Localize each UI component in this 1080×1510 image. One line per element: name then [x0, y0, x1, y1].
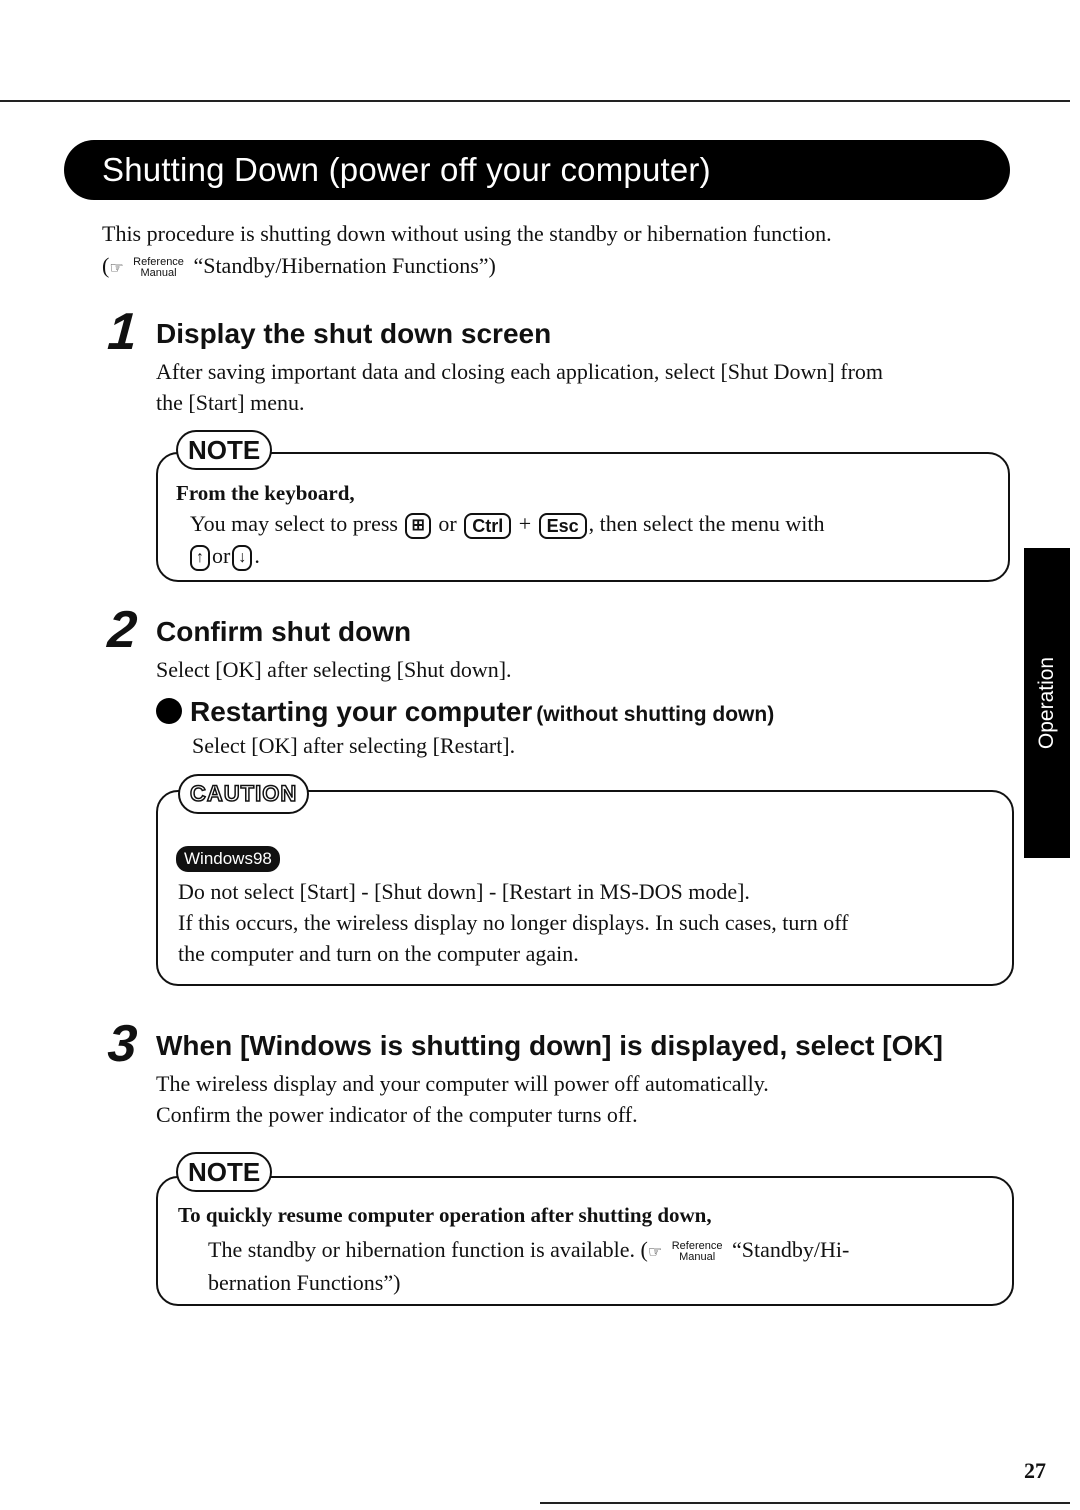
- intro: This procedure is shutting down without …: [102, 218, 832, 284]
- note-body: You may select to press ⊞ or Ctrl + Esc,…: [190, 508, 824, 539]
- ctrl-key: Ctrl: [464, 512, 512, 539]
- bottom-rule: [540, 1502, 1070, 1504]
- page-number: 27: [1024, 1458, 1046, 1483]
- intro-reference: (☞ Reference Manual “Standby/Hibernation …: [102, 250, 832, 284]
- step-title: Confirm shut down: [156, 616, 412, 647]
- step-number: 1: [105, 303, 139, 361]
- caution-label: CAUTION: [178, 774, 310, 814]
- step-body: Select [OK] after selecting [Shut down].: [156, 657, 512, 682]
- arrow-down-key-icon: ↓: [232, 544, 253, 571]
- step-number: 2: [105, 601, 139, 659]
- note-heading: From the keyboard,: [176, 481, 355, 505]
- reference-manual-tag: Reference Manual: [133, 255, 184, 279]
- esc-key: Esc: [538, 512, 587, 539]
- restart-body: Select [OK] after selecting [Restart].: [192, 733, 516, 758]
- restart-subsection: Restarting your computer (without shutti…: [156, 696, 774, 728]
- section-tab: Operation: [1024, 548, 1070, 858]
- step-title: When [Windows is shutting down] is displ…: [156, 1030, 943, 1061]
- pointing-hand-icon: ☞: [109, 258, 124, 277]
- top-rule: [0, 100, 1070, 102]
- note-label: NOTE: [176, 430, 273, 470]
- note-body: The standby or hibernation function is a…: [208, 1237, 850, 1295]
- note-label: NOTE: [176, 1152, 273, 1192]
- windows-key-icon: ⊞: [405, 512, 431, 539]
- step-body: After saving important data and closing …: [156, 359, 884, 415]
- note-heading: To quickly resume computer operation aft…: [178, 1203, 712, 1227]
- section-tab-label: Operation: [1035, 656, 1058, 750]
- page-title: Shutting Down (power off your computer): [64, 140, 1010, 200]
- windows98-badge: Windows98: [176, 846, 280, 872]
- arrow-up-key-icon: ↑: [190, 544, 210, 571]
- reference-manual-tag: Reference Manual: [671, 1239, 723, 1263]
- step-title: Display the shut down screen: [156, 318, 552, 349]
- intro-text: This procedure is shutting down without …: [102, 221, 832, 246]
- caution-body: Do not select [Start] - [Shut down] - [R…: [178, 879, 849, 966]
- step-number: 3: [105, 1015, 139, 1073]
- bullet-icon: [156, 698, 182, 724]
- step-body: The wireless display and your computer w…: [156, 1071, 769, 1127]
- pointing-hand-icon: ☞: [647, 1242, 663, 1261]
